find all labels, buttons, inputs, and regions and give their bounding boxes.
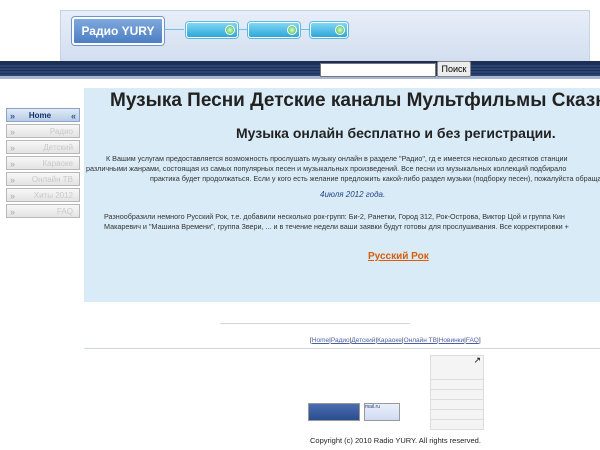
intro-line: практика будет продолжаться. Если у кого… (150, 174, 600, 183)
stats-row (431, 380, 483, 390)
divider (84, 348, 600, 349)
footer-nav: [Home|Радио|Детский|Караоке|Онлайн ТВ|Но… (310, 337, 481, 344)
menu-item-label: Онлайн ТВ (31, 175, 73, 184)
divider (220, 323, 410, 324)
footer-link-online-tv[interactable]: Онлайн ТВ (404, 337, 437, 344)
footer-link-home[interactable]: Home (312, 337, 329, 344)
arrow-icon: ↗ (473, 356, 481, 366)
menu-item-hits-2012[interactable]: » Хиты 2012 (6, 188, 80, 202)
page-subtitle: Музыка онлайн бесплатно и без регистраци… (236, 125, 556, 141)
mailru-counter[interactable]: mail.ru (364, 403, 400, 421)
stats-row (431, 390, 483, 400)
menu-item-kids[interactable]: » Детский (6, 140, 80, 154)
page-title: Музыка Песни Детские каналы Мультфильмы … (110, 90, 600, 111)
double-chevron-right-icon: » (10, 175, 16, 185)
menu-item-label: Радио (49, 127, 73, 136)
menu-item-radio[interactable]: » Радио (6, 124, 80, 138)
nav-stripe-mid (0, 64, 600, 76)
sidebar-menu: » Home « » Радио » Детский » Караоке » О… (6, 108, 80, 220)
double-chevron-left-icon: « (70, 111, 76, 121)
stats-counter-widget[interactable]: ↗ (430, 355, 484, 430)
menu-item-label: FAQ (56, 207, 73, 216)
menu-item-label: Хиты 2012 (33, 191, 73, 200)
header-pill-1 (186, 22, 238, 38)
footer-link-new[interactable]: Новинки (439, 337, 464, 344)
menu-item-label: Home (28, 111, 52, 120)
search-input[interactable] (320, 63, 436, 77)
double-chevron-right-icon: » (10, 143, 16, 153)
site-logo[interactable]: Радио YURY (72, 17, 164, 45)
footer-link-faq[interactable]: FAQ (466, 337, 479, 344)
header-pill-2 (248, 22, 300, 38)
menu-item-faq[interactable]: » FAQ (6, 204, 80, 218)
liveinternet-counter[interactable] (308, 403, 360, 421)
menu-item-karaoke[interactable]: » Караоке (6, 156, 80, 170)
rock-news-line: Макаревич и "Машина Времени", группа Зве… (104, 222, 569, 231)
intro-line: различными жанрами, состоящая из самых п… (86, 164, 567, 173)
stats-row (431, 420, 483, 430)
decor-line (300, 29, 310, 30)
green-dot-icon (287, 25, 297, 35)
footer-link-karaoke[interactable]: Караоке (377, 337, 402, 344)
footer-link-kids[interactable]: Детский (351, 337, 375, 344)
green-dot-icon (225, 25, 235, 35)
decor-line (238, 29, 248, 30)
stats-row (431, 400, 483, 410)
double-chevron-right-icon: » (10, 207, 16, 217)
copyright-text: Copyright (c) 2010 Radio YURY. All right… (310, 436, 481, 445)
double-chevron-right-icon: » (10, 111, 16, 121)
menu-item-label: Караоке (42, 159, 74, 168)
menu-item-online-tv[interactable]: » Онлайн ТВ (6, 172, 80, 186)
footer-link-radio[interactable]: Радио (331, 337, 350, 344)
stats-row (431, 370, 483, 380)
menu-item-home[interactable]: » Home « (6, 108, 80, 122)
intro-line: К Вашим услугам предоставляется возможно… (106, 154, 568, 163)
news-date: 4июля 2012 года. (320, 190, 386, 199)
rock-news-line: Разнообразили немного Русский Рок, т.е. … (104, 212, 565, 221)
stats-row (431, 410, 483, 420)
search-button[interactable]: Поиск (437, 61, 471, 77)
nav-stripe-bottom (0, 76, 600, 79)
double-chevron-right-icon: » (10, 159, 16, 169)
russian-rock-link[interactable]: Русский Рок (368, 251, 429, 262)
double-chevron-right-icon: » (10, 127, 16, 137)
header-pill-3 (310, 22, 348, 38)
double-chevron-right-icon: » (10, 191, 16, 201)
decor-line (164, 29, 184, 30)
menu-item-label: Детский (43, 143, 73, 152)
green-dot-icon (335, 25, 345, 35)
